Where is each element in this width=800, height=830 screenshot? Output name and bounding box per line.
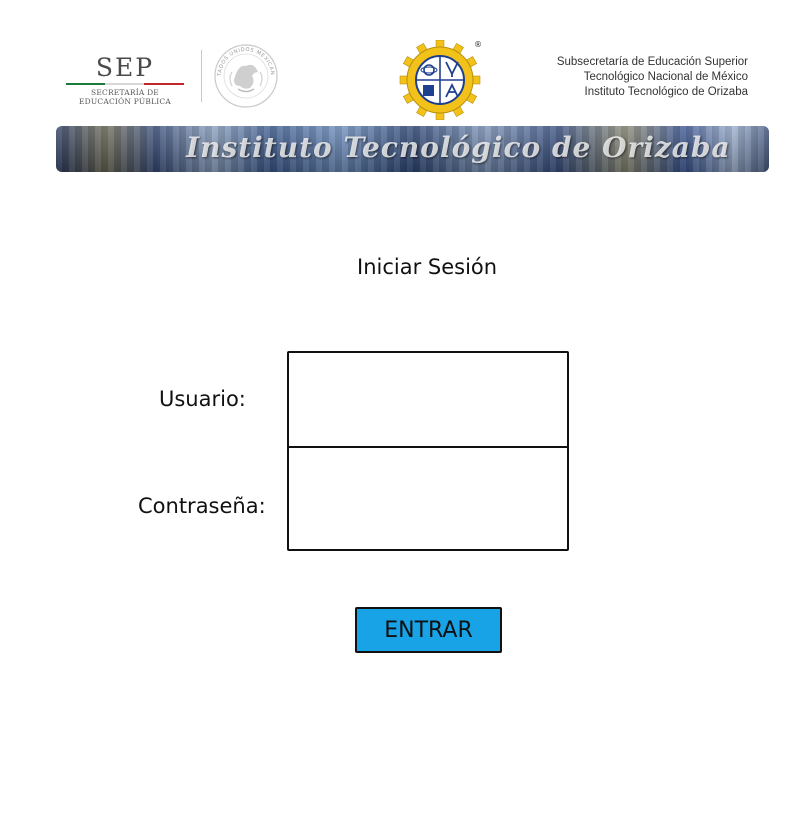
sep-logo: SEP SECRETARÍA DE EDUCACIÓN PÚBLICA [66, 54, 184, 108]
sep-logo-stripe [66, 83, 184, 85]
banner-title: Instituto Tecnológico de Orizaba [186, 131, 731, 164]
mexico-coat-of-arms-seal: ESTADOS UNIDOS MEXICANOS [212, 42, 278, 108]
sep-logo-mark: SEP [95, 53, 155, 82]
login-fields [287, 351, 569, 551]
institute-banner: Instituto Tecnológico de Orizaba [56, 126, 769, 172]
institution-line-3: Instituto Tecnológico de Orizaba [584, 86, 748, 98]
logo-divider [201, 50, 202, 102]
ito-gear-emblem [399, 40, 481, 120]
registered-mark: ® [474, 40, 482, 49]
institution-line-1: Subsecretaría de Educación Superior [556, 56, 748, 68]
header: SEP SECRETARÍA DE EDUCACIÓN PÚBLICA ESTA… [0, 0, 800, 185]
institution-line-2: Tecnológico Nacional de México [583, 71, 748, 83]
password-label: Contraseña: [138, 494, 266, 518]
sep-logo-subtitle-2: EDUCACIÓN PÚBLICA [78, 97, 171, 106]
enter-button[interactable]: ENTRAR [355, 607, 502, 653]
password-input[interactable] [289, 448, 567, 547]
username-input[interactable] [289, 353, 567, 448]
sep-logo-subtitle-1: SECRETARÍA DE [91, 88, 159, 97]
username-label: Usuario: [159, 387, 246, 411]
institution-lines: Subsecretaría de Educación Superior Tecn… [557, 55, 748, 100]
login-title: Iniciar Sesión [357, 255, 498, 279]
